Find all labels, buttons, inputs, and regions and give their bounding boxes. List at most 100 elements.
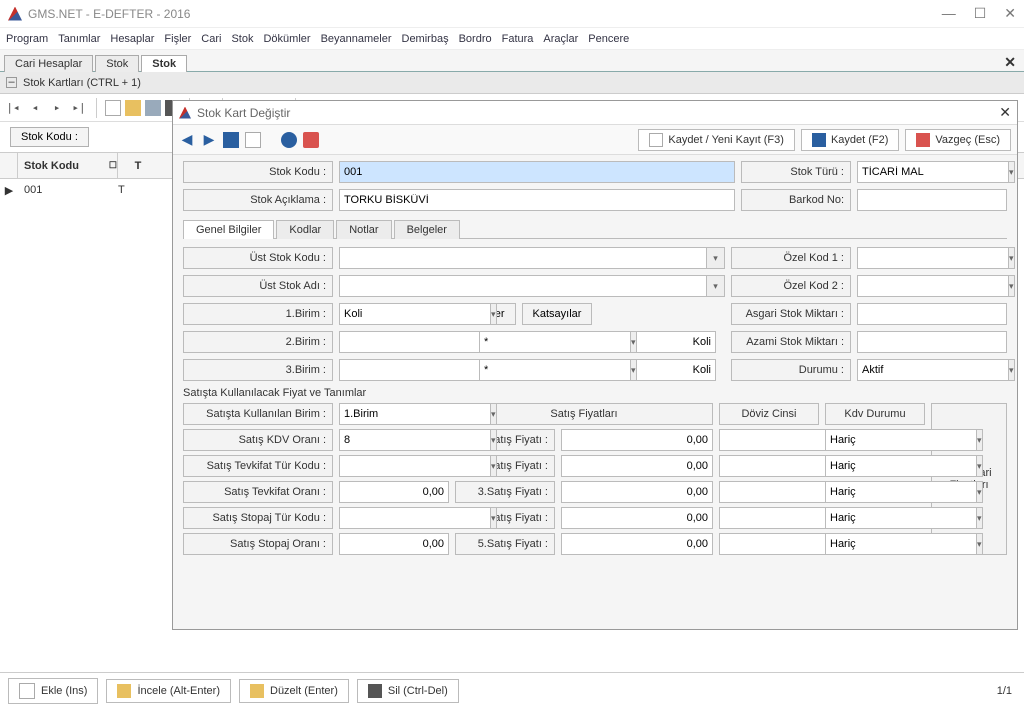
ozel-kod2-input[interactable]	[857, 275, 1009, 297]
tab-stok-active[interactable]: Stok	[141, 55, 187, 72]
kaydet-yeni-button[interactable]: Kaydet / Yeni Kayıt (F3)	[638, 129, 795, 151]
menu-item[interactable]: Bordro	[459, 33, 492, 45]
kdvdur3-select[interactable]	[825, 481, 977, 503]
tevkifat-tur-select[interactable]	[339, 455, 491, 477]
subtab-kodlar[interactable]: Kodlar	[276, 220, 334, 239]
menu-item[interactable]: Tanımlar	[58, 33, 100, 45]
chevron-down-icon[interactable]: ▾	[491, 403, 497, 425]
stopaj-tur-select[interactable]	[339, 507, 491, 529]
kaydet-button[interactable]: Kaydet (F2)	[801, 129, 899, 151]
menu-item[interactable]: Cari	[201, 33, 221, 45]
birim1-input[interactable]	[339, 303, 491, 325]
save-icon[interactable]	[223, 132, 239, 148]
chevron-down-icon[interactable]: ▾	[491, 507, 497, 529]
tab-stok[interactable]: Stok	[95, 55, 139, 72]
chevron-down-icon[interactable]: ▾	[1009, 161, 1015, 183]
f2-input[interactable]	[561, 455, 713, 477]
chevron-down-icon[interactable]: ▾	[631, 331, 637, 353]
chevron-down-icon[interactable]: ▾	[1009, 247, 1015, 269]
stok-aciklama-input[interactable]	[339, 189, 735, 211]
chevron-down-icon[interactable]: ▾	[977, 455, 983, 477]
barkod-input[interactable]	[857, 189, 1007, 211]
satis-kdv-select[interactable]	[339, 429, 491, 451]
toolbar-new-icon[interactable]	[105, 100, 121, 116]
window-close-icon[interactable]: ✕	[1004, 5, 1016, 22]
modal-prev-icon[interactable]: ◀	[179, 131, 195, 148]
subtab-notlar[interactable]: Notlar	[336, 220, 391, 239]
window-minimize-icon[interactable]: —	[942, 5, 956, 22]
nav-first-icon[interactable]: |◂	[4, 99, 22, 117]
azami-input[interactable]	[857, 331, 1007, 353]
chevron-down-icon[interactable]: ▾	[491, 303, 497, 325]
collapse-icon[interactable]: –	[6, 77, 17, 88]
menu-item[interactable]: Stok	[231, 33, 253, 45]
menu-item[interactable]: Program	[6, 33, 48, 45]
f3-input[interactable]	[561, 481, 713, 503]
stok-kodu-input[interactable]	[339, 161, 735, 183]
toolbar-edit-icon[interactable]	[125, 100, 141, 116]
grid-header-kod[interactable]: Stok Kodu☐	[18, 153, 118, 178]
modal-next-icon[interactable]: ▶	[201, 131, 217, 148]
subtab-genel[interactable]: Genel Bilgiler	[183, 220, 274, 239]
tab-cari-hesaplar[interactable]: Cari Hesaplar	[4, 55, 93, 72]
info-icon[interactable]	[303, 132, 319, 148]
chevron-down-icon[interactable]: ▾	[977, 507, 983, 529]
durum-select[interactable]	[857, 359, 1009, 381]
menu-item[interactable]: Pencere	[588, 33, 629, 45]
ekle-button[interactable]: Ekle (Ins)	[8, 678, 98, 704]
search-kod-button[interactable]: Stok Kodu :	[10, 127, 89, 147]
sil-button[interactable]: Sil (Ctrl-Del)	[357, 679, 459, 703]
nav-next-icon[interactable]: ▸	[48, 99, 66, 117]
modal-close-icon[interactable]: ✕	[999, 104, 1011, 121]
chevron-down-icon[interactable]: ▾	[707, 247, 725, 269]
kdvdur1-select[interactable]	[825, 429, 977, 451]
ozel-kod1-input[interactable]	[857, 247, 1009, 269]
nav-prev-icon[interactable]: ◂	[26, 99, 44, 117]
kdvdur4-select[interactable]	[825, 507, 977, 529]
nav-last-icon[interactable]: ▸|	[70, 99, 88, 117]
grid-header-t[interactable]: T	[118, 153, 158, 178]
menu-item[interactable]: Beyannameler	[321, 33, 392, 45]
asgari-input[interactable]	[857, 303, 1007, 325]
help-icon[interactable]	[281, 132, 297, 148]
vazgec-button[interactable]: Vazgeç (Esc)	[905, 129, 1011, 151]
chevron-down-icon[interactable]: ▾	[977, 429, 983, 451]
new-doc-icon[interactable]	[245, 132, 261, 148]
chevron-down-icon[interactable]: ▾	[631, 359, 637, 381]
op2-select[interactable]	[479, 331, 631, 353]
stok-turu-select[interactable]	[857, 161, 1009, 183]
tab-close-icon[interactable]: ✕	[1004, 54, 1016, 71]
toolbar-inspect-icon[interactable]	[145, 100, 161, 116]
window-maximize-icon[interactable]: ☐	[974, 5, 987, 22]
ust-stok-adi-input[interactable]	[339, 275, 707, 297]
chevron-down-icon[interactable]: ▾	[491, 455, 497, 477]
menu-item[interactable]: Demirbaş	[402, 33, 449, 45]
chevron-down-icon[interactable]: ▾	[977, 533, 983, 555]
f5-input[interactable]	[561, 533, 713, 555]
duzelt-button[interactable]: Düzelt (Enter)	[239, 679, 349, 703]
op3-select[interactable]	[479, 359, 631, 381]
chevron-down-icon[interactable]: ▾	[707, 275, 725, 297]
kdvdur2-select[interactable]	[825, 455, 977, 477]
tevkifat-oran-input[interactable]	[339, 481, 449, 503]
menu-item[interactable]: Araçlar	[543, 33, 578, 45]
menu-item[interactable]: Dökümler	[263, 33, 310, 45]
chevron-down-icon[interactable]: ▾	[1009, 359, 1015, 381]
f4-input[interactable]	[561, 507, 713, 529]
kdvdur5-select[interactable]	[825, 533, 977, 555]
birim2-input[interactable]	[339, 331, 491, 353]
stopaj-oran-input[interactable]	[339, 533, 449, 555]
chevron-down-icon[interactable]: ▾	[1009, 275, 1015, 297]
menu-item[interactable]: Fatura	[502, 33, 534, 45]
menu-item[interactable]: Hesaplar	[110, 33, 154, 45]
f1-input[interactable]	[561, 429, 713, 451]
katsayilar-button[interactable]: Katsayılar	[522, 303, 593, 325]
menu-item[interactable]: Fişler	[164, 33, 191, 45]
birim3-input[interactable]	[339, 359, 491, 381]
subtab-belgeler[interactable]: Belgeler	[394, 220, 460, 239]
chevron-down-icon[interactable]: ▾	[977, 481, 983, 503]
satista-birim-select[interactable]	[339, 403, 491, 425]
ust-stok-kodu-input[interactable]	[339, 247, 707, 269]
incele-button[interactable]: İncele (Alt-Enter)	[106, 679, 231, 703]
chevron-down-icon[interactable]: ▾	[491, 429, 497, 451]
